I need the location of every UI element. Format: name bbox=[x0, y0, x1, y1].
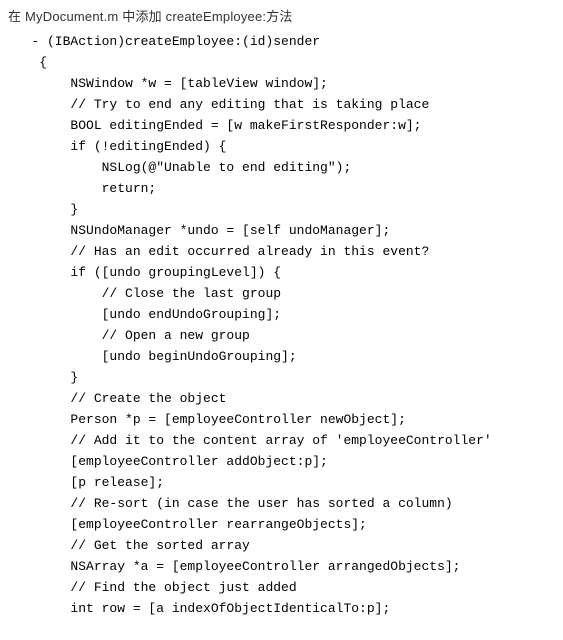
page: 在 MyDocument.m 中添加 createEmployee:方法 - (… bbox=[0, 0, 563, 631]
code-block: - (IBAction)createEmployee:(id)sender { … bbox=[8, 31, 555, 619]
intro-text: 在 MyDocument.m 中添加 createEmployee:方法 bbox=[8, 6, 555, 25]
